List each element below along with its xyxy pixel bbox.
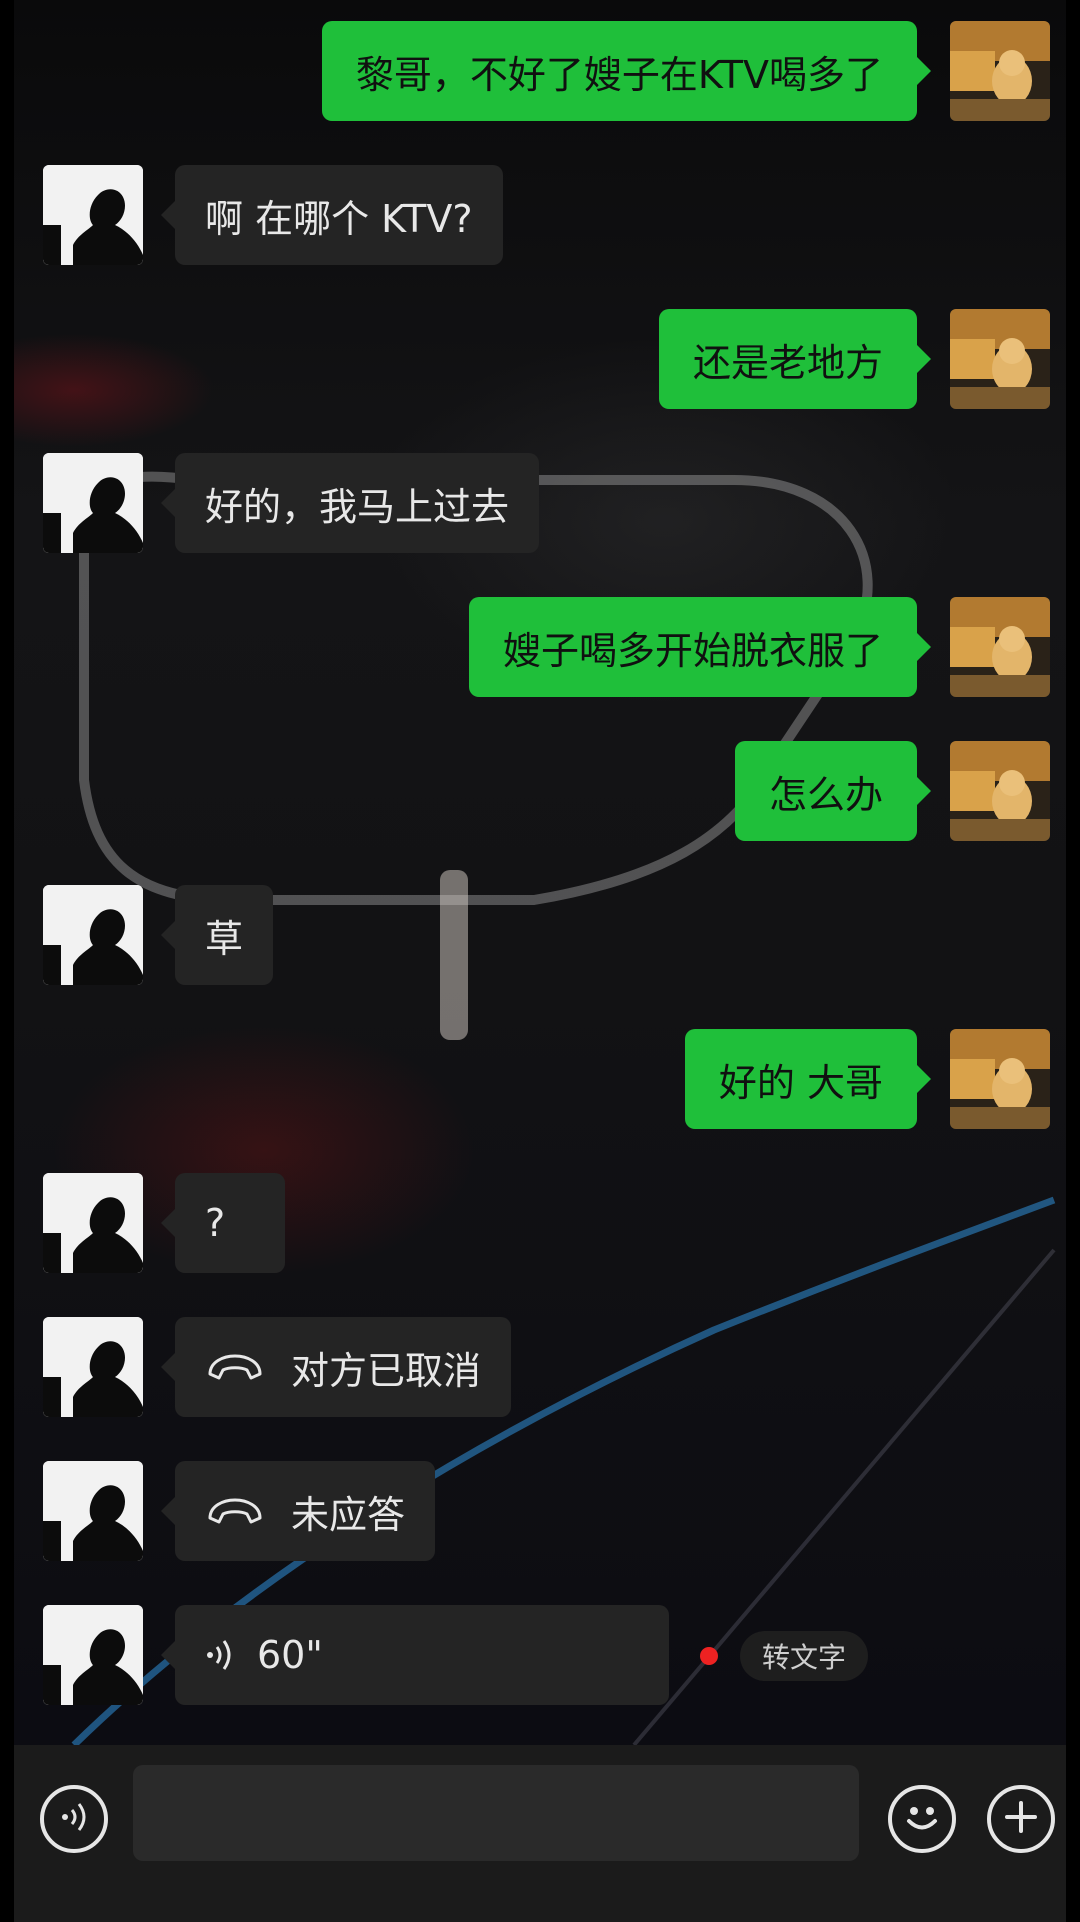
chat-screen: 黎哥，不好了嫂子在KTV喝多了 啊 在哪个 KTV? 还是老地方 好的，我马上过… bbox=[0, 0, 1080, 1922]
silhouette-avatar-image bbox=[43, 885, 143, 985]
message-row: 草 bbox=[0, 885, 1080, 985]
convert-to-text-button[interactable]: 转文字 bbox=[740, 1631, 868, 1681]
contact-avatar[interactable] bbox=[43, 1317, 143, 1417]
message-row: 对方已取消 bbox=[0, 1317, 1080, 1417]
emoji-button[interactable] bbox=[888, 1785, 956, 1853]
message-row: 好的 大哥 bbox=[0, 1029, 1080, 1129]
outgoing-message-bubble[interactable]: 怎么办 bbox=[734, 741, 932, 841]
phone-hangup-icon bbox=[205, 1496, 265, 1526]
contact-avatar[interactable] bbox=[43, 165, 143, 265]
my-avatar[interactable] bbox=[950, 309, 1050, 409]
call-status-text: 对方已取消 bbox=[291, 1348, 482, 1393]
outgoing-message-bubble[interactable]: 黎哥，不好了嫂子在KTV喝多了 bbox=[321, 21, 932, 121]
voice-mode-icon bbox=[57, 1800, 91, 1838]
more-button[interactable] bbox=[987, 1785, 1055, 1853]
message-row: 怎么办 bbox=[0, 741, 1080, 841]
emoji-icon bbox=[899, 1794, 945, 1844]
call-record-bubble[interactable]: 未应答 bbox=[160, 1461, 436, 1561]
message-input[interactable] bbox=[133, 1765, 859, 1861]
incoming-message-bubble[interactable]: 好的，我马上过去 bbox=[160, 453, 540, 553]
silhouette-avatar-image bbox=[43, 1461, 143, 1561]
message-row: 好的，我马上过去 bbox=[0, 453, 1080, 553]
outgoing-message-bubble[interactable]: 嫂子喝多开始脱衣服了 bbox=[468, 597, 932, 697]
contact-avatar[interactable] bbox=[43, 1605, 143, 1705]
silhouette-avatar-image bbox=[43, 1317, 143, 1417]
dog-avatar-image bbox=[950, 741, 1050, 841]
contact-avatar[interactable] bbox=[43, 453, 143, 553]
message-row: ? bbox=[0, 1173, 1080, 1273]
dog-avatar-image bbox=[950, 597, 1050, 697]
incoming-message-bubble[interactable]: ? bbox=[161, 1173, 285, 1273]
contact-avatar[interactable] bbox=[43, 885, 143, 985]
my-avatar[interactable] bbox=[950, 741, 1050, 841]
my-avatar[interactable] bbox=[950, 597, 1050, 697]
outgoing-message-bubble[interactable]: 还是老地方 bbox=[658, 309, 932, 409]
plus-icon bbox=[1001, 1797, 1041, 1841]
call-status-text: 未应答 bbox=[291, 1492, 406, 1537]
message-row: 啊 在哪个 KTV? bbox=[0, 165, 1080, 265]
call-record-bubble[interactable]: 对方已取消 bbox=[160, 1317, 512, 1417]
voice-message-bubble[interactable]: 60" bbox=[161, 1605, 669, 1705]
dog-avatar-image bbox=[950, 21, 1050, 121]
dog-avatar-image bbox=[950, 1029, 1050, 1129]
silhouette-avatar-image bbox=[43, 1173, 143, 1273]
message-row: 60" 转文字 bbox=[0, 1605, 1080, 1705]
unread-dot bbox=[700, 1647, 718, 1665]
message-row: 黎哥，不好了嫂子在KTV喝多了 bbox=[0, 21, 1080, 121]
voice-duration: 60" bbox=[257, 1633, 323, 1677]
silhouette-avatar-image bbox=[43, 165, 143, 265]
phone-hangup-icon bbox=[205, 1352, 265, 1382]
voice-mode-button[interactable] bbox=[40, 1785, 108, 1853]
my-avatar[interactable] bbox=[950, 1029, 1050, 1129]
message-row: 嫂子喝多开始脱衣服了 bbox=[0, 597, 1080, 697]
outgoing-message-bubble[interactable]: 好的 大哥 bbox=[684, 1029, 932, 1129]
message-row: 未应答 bbox=[0, 1461, 1080, 1561]
silhouette-avatar-image bbox=[43, 453, 143, 553]
contact-avatar[interactable] bbox=[43, 1461, 143, 1561]
voice-wave-icon bbox=[205, 1638, 235, 1672]
incoming-message-bubble[interactable]: 啊 在哪个 KTV? bbox=[161, 165, 503, 265]
input-bar bbox=[14, 1745, 1066, 1922]
incoming-message-bubble[interactable]: 草 bbox=[160, 885, 274, 985]
contact-avatar[interactable] bbox=[43, 1173, 143, 1273]
my-avatar[interactable] bbox=[950, 21, 1050, 121]
message-row: 还是老地方 bbox=[0, 309, 1080, 409]
dog-avatar-image bbox=[950, 309, 1050, 409]
silhouette-avatar-image bbox=[43, 1605, 143, 1705]
